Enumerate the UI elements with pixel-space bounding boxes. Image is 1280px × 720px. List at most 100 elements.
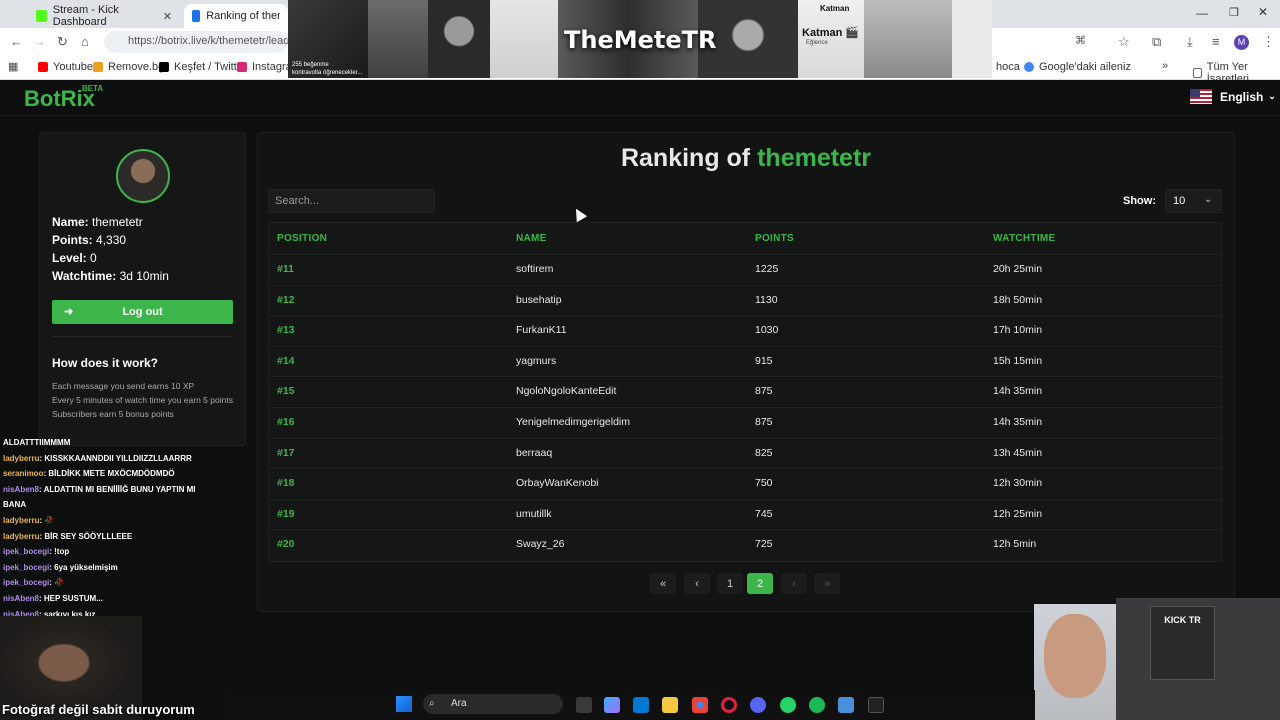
tab-kick-dashboard[interactable]: Stream - Kick Dashboard ✕ [28, 4, 180, 28]
column-header-position[interactable]: POSITION [277, 233, 327, 244]
cell-name: berraaq [516, 446, 553, 459]
cell-name: softirem [516, 263, 554, 275]
obs-icon[interactable] [868, 697, 884, 713]
banner-photo [428, 0, 490, 78]
store-icon[interactable] [633, 697, 649, 713]
next-page-button[interactable]: › [781, 573, 807, 594]
cell-points: 750 [755, 477, 773, 490]
chat-message: nisAben8: HEP SUSTUM... [3, 594, 103, 603]
bookmark-removebg[interactable]: Remove.bg [93, 61, 164, 73]
bookmark-youtube[interactable]: Youtube [38, 61, 93, 73]
us-flag-icon [1190, 89, 1212, 104]
table-row [269, 345, 1221, 376]
taskbar [225, 690, 1035, 720]
table-row [269, 437, 1221, 468]
bookmark-hoca[interactable]: hoca [996, 61, 1020, 73]
bookmark-twitter[interactable]: Keşfet / Twitter [159, 61, 247, 73]
chat-username: nisAben8 [3, 594, 40, 603]
page-title: Ranking of themetetr [620, 144, 872, 172]
app-icon[interactable] [838, 697, 854, 713]
download-icon[interactable]: ⤓ [1187, 34, 1193, 50]
cell-points: 745 [755, 507, 773, 520]
how-note: Each message you send earns 10 XP [52, 381, 195, 391]
tab-title: Ranking of themetetr | [206, 10, 280, 22]
cell-name: busehatip [516, 293, 562, 306]
page-1-button[interactable]: 1 [717, 573, 743, 594]
cell-position: #17 [277, 446, 295, 459]
column-header-watchtime[interactable]: WATCHTIME [993, 233, 1056, 244]
prev-page-button[interactable]: ‹ [684, 573, 710, 594]
column-header-points[interactable]: POINTS [755, 233, 794, 244]
cell-name: FurkanK11 [516, 324, 567, 337]
page-size-select[interactable]: 10 [1165, 189, 1222, 213]
page-2-button[interactable]: 2 [747, 573, 773, 594]
cell-points: 1030 [755, 324, 779, 337]
table-row [269, 529, 1221, 559]
cell-position: #12 [277, 293, 295, 306]
language-selector[interactable]: English ⌄ [1190, 89, 1276, 104]
whatsapp-icon[interactable] [780, 697, 796, 713]
minimize-icon[interactable]: — [1196, 6, 1208, 20]
logout-button[interactable]: ➜ Log out [52, 300, 233, 324]
more-icon[interactable]: ⋮ [1262, 34, 1275, 50]
banner-title: TheMeteTR [564, 26, 717, 54]
close-icon[interactable]: ✕ [163, 10, 172, 23]
cell-position: #20 [277, 538, 295, 551]
chat-message: ipek_bocegi: 6ya yükselmişim [3, 563, 118, 572]
close-window-icon[interactable]: ✕ [1258, 5, 1268, 19]
bookmark-label: Youtube [53, 61, 93, 73]
chat-message: ipek_bocegi: !top [3, 547, 69, 556]
chat-text: ALDATTTIIMMMM [3, 438, 71, 447]
url-field[interactable]: https://botrix.live/k/themetetr/leaderb [104, 31, 288, 53]
cell-name: yagmurs [516, 354, 557, 367]
opera-icon[interactable] [721, 697, 737, 713]
star-icon[interactable]: ☆ [1118, 34, 1130, 50]
extensions-icon[interactable]: ⧉ [1152, 34, 1161, 50]
windows-start-icon[interactable] [396, 696, 412, 712]
chat-text: : 🥀 [39, 516, 55, 525]
first-page-button[interactable]: « [650, 573, 676, 594]
task-view-icon[interactable] [576, 697, 592, 713]
webcam-caption: Fotoğraf değil sabit duruyorum [2, 702, 195, 717]
menu-list-icon[interactable]: ≡ [1212, 34, 1220, 49]
last-page-button[interactable]: » [814, 573, 840, 594]
translate-icon[interactable]: ⌘ [1075, 34, 1086, 47]
discord-icon[interactable] [750, 697, 766, 713]
more-bookmarks-icon[interactable]: » [1162, 60, 1168, 72]
chat-username: ipek_bocegi [3, 547, 50, 557]
search-input[interactable] [268, 189, 435, 213]
how-it-works-title: How does it work? [52, 356, 159, 370]
table-row [269, 468, 1221, 498]
tab-title: Stream - Kick Dashboard [52, 4, 119, 28]
file-explorer-icon[interactable] [662, 697, 678, 713]
column-header-name[interactable]: NAME [516, 233, 547, 244]
chat-text: : ALDATTIN MI BENİİİİĞ BUNU YAPTIN MI [39, 484, 196, 494]
forward-icon[interactable]: → [33, 34, 46, 49]
bookmark-label: Remove.bg [108, 61, 165, 73]
cell-watchtime: 12h 25min [993, 507, 1043, 520]
cell-name: Swayz_26 [516, 538, 565, 551]
back-icon[interactable]: ← [10, 34, 23, 49]
profile-avatar[interactable]: M [1234, 35, 1249, 50]
chat-message: ladyberru: BİR SEY SÖÖYLLLEEE [3, 532, 132, 541]
chat-message: ALDATTTIIMMMM [3, 438, 70, 447]
reload-icon[interactable]: ↻ [57, 34, 68, 50]
chat-username: seranimoo [3, 469, 44, 479]
cell-watchtime: 12h 30min [993, 477, 1043, 490]
chat-text: : 🥀 [49, 578, 65, 588]
cell-position: #13 [277, 324, 295, 337]
tab-ranking[interactable]: Ranking of themetetr | [184, 4, 288, 28]
chrome-icon[interactable] [692, 697, 708, 713]
folder-icon [1193, 68, 1202, 78]
chat-message: nisAben8: ALDATTIN MI BENİİİİĞ BUNU YAPT… [3, 485, 195, 494]
home-icon[interactable]: ⌂ [81, 34, 89, 49]
maximize-icon[interactable]: ❐ [1229, 6, 1239, 19]
spotify-icon[interactable] [809, 697, 825, 713]
cell-points: 1225 [755, 263, 779, 275]
cell-watchtime: 18h 50min [993, 293, 1043, 306]
bookmark-google-family[interactable]: Google'daki aileniz [1024, 61, 1131, 73]
taskbar-search[interactable]: Ara [423, 694, 563, 714]
copilot-icon[interactable] [604, 697, 620, 713]
chat-username: ladyberru [3, 531, 40, 541]
apps-icon[interactable]: ▦ [8, 60, 18, 73]
